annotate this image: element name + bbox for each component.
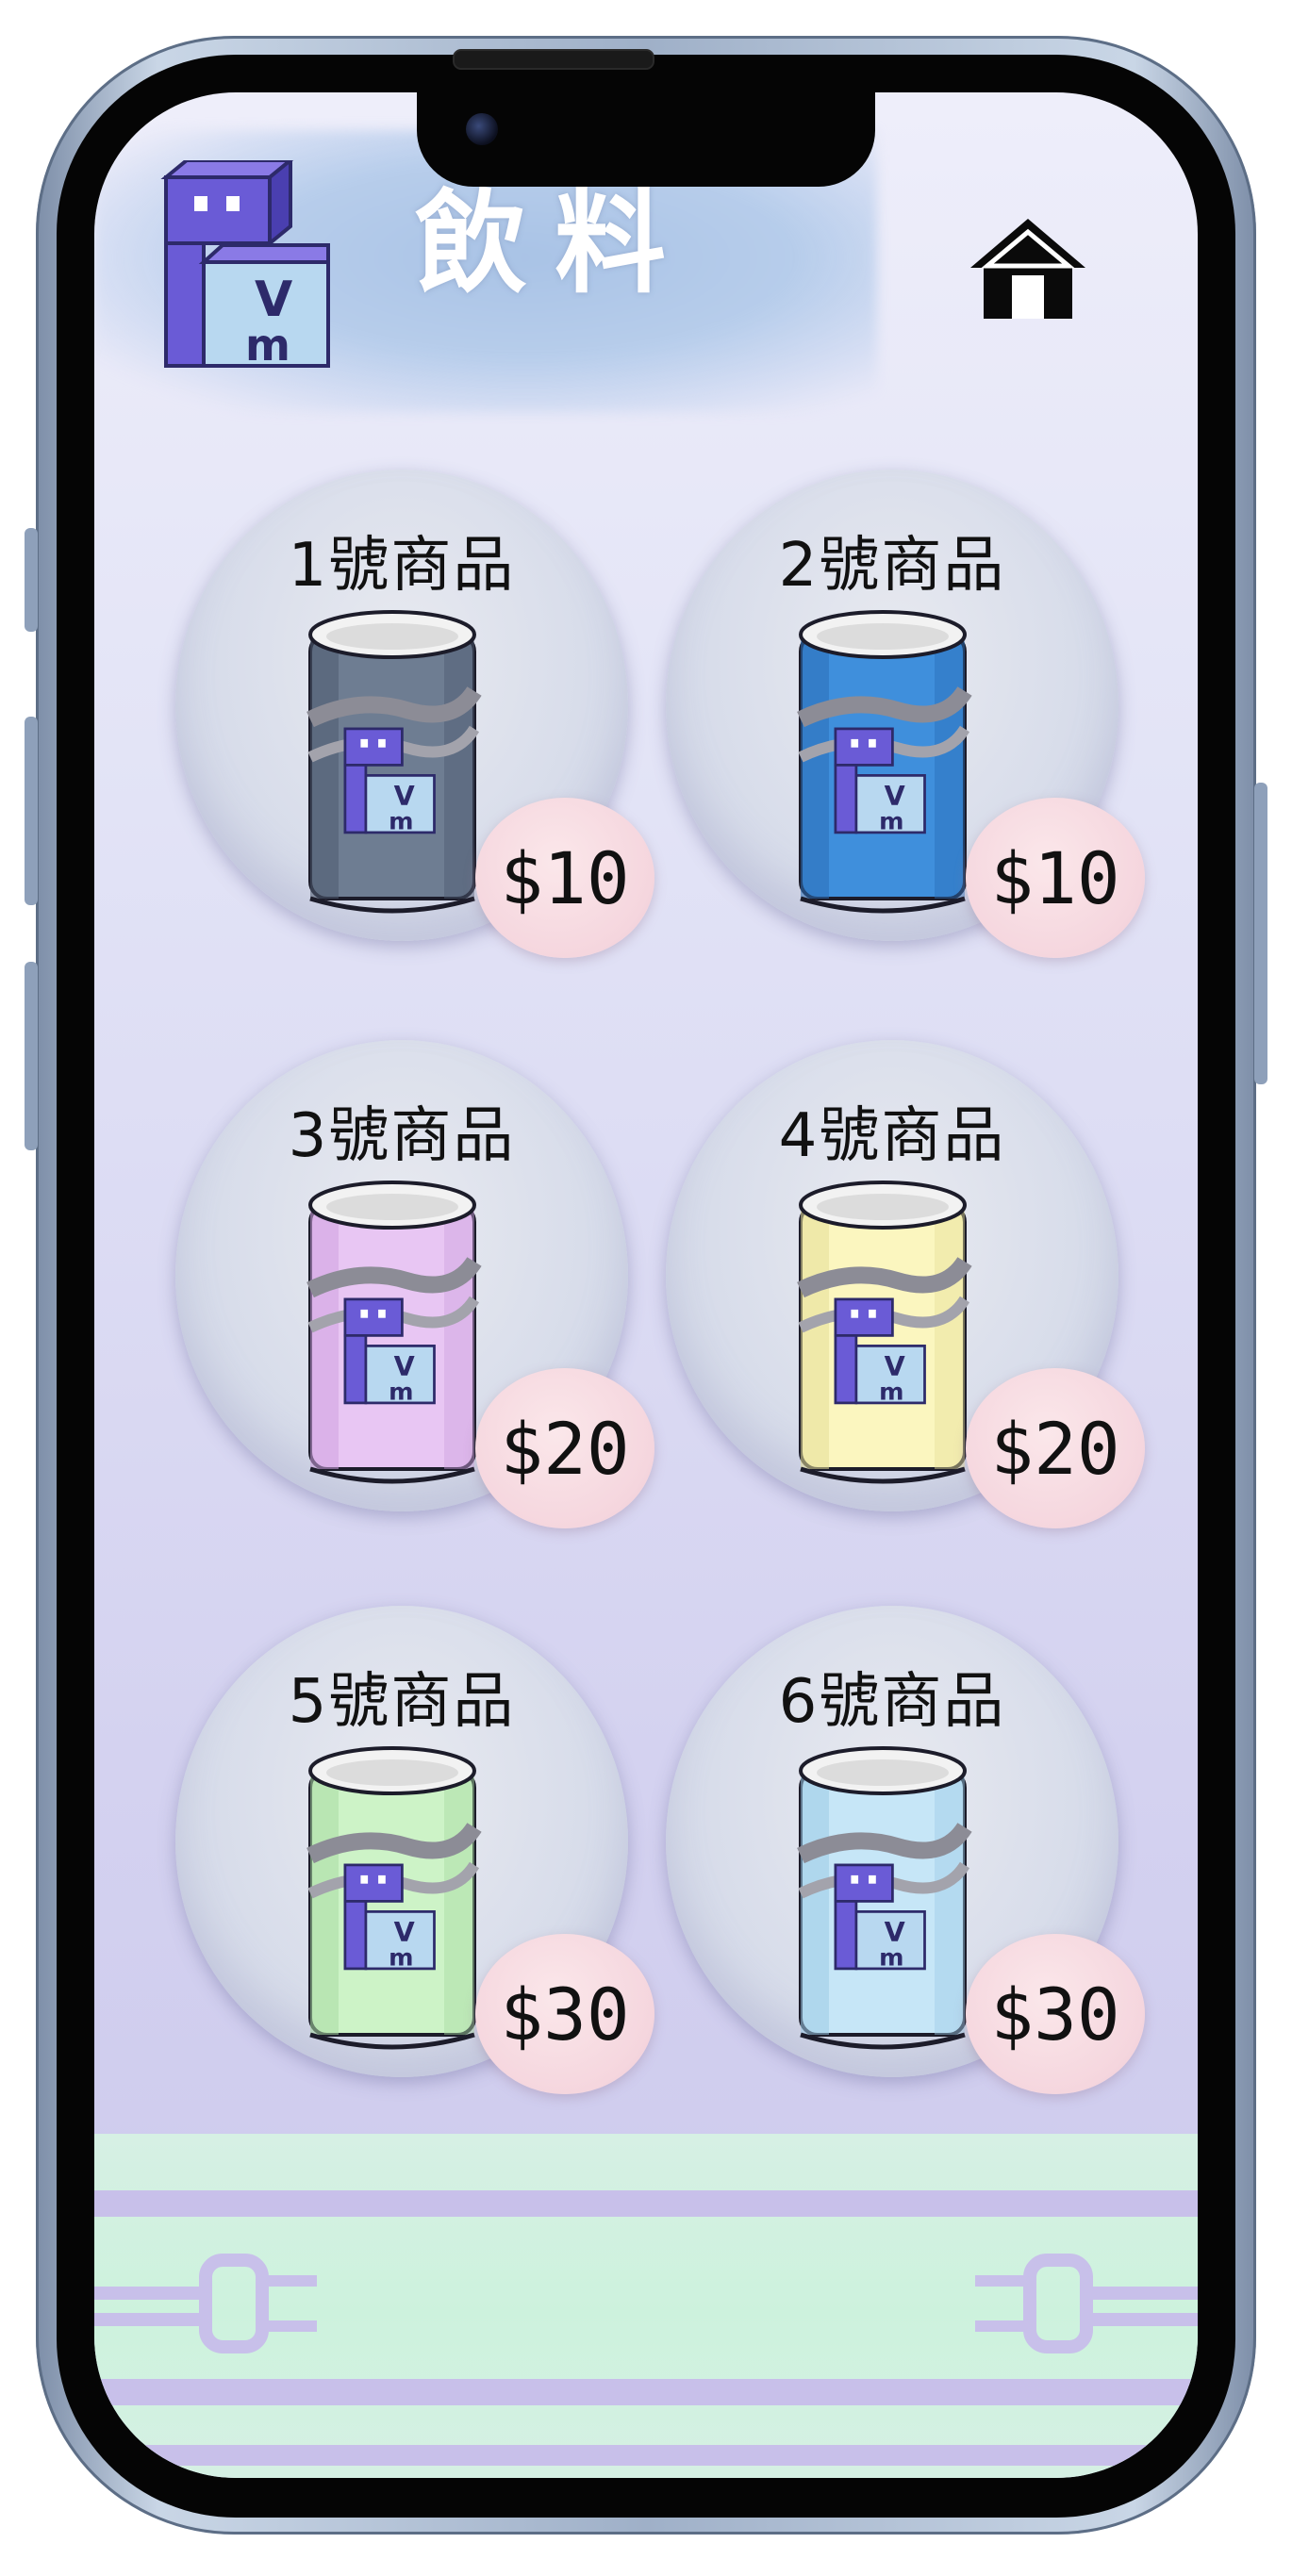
footer-stripe	[94, 2445, 1198, 2466]
svg-text:m: m	[879, 808, 903, 835]
product-card-6[interactable]: 6號商品 Vm $30	[666, 1606, 1145, 2094]
price-badge: $20	[475, 1368, 654, 1528]
volume-up-button	[25, 717, 38, 905]
price-badge: $10	[966, 798, 1145, 958]
svg-text:m: m	[389, 1379, 413, 1406]
drink-can-icon: Vm	[306, 1746, 482, 2050]
footer-stripe	[94, 2190, 1198, 2217]
svg-text:m: m	[245, 320, 290, 371]
plug-icon	[975, 2254, 1198, 2353]
product-card-1[interactable]: 1號商品 Vm $10	[175, 470, 654, 958]
svg-text:V: V	[885, 1916, 905, 1948]
drink-can-icon: Vm	[306, 610, 482, 914]
vm-logo-icon: V m	[160, 160, 330, 371]
product-card-5[interactable]: 5號商品 Vm $30	[175, 1606, 654, 2094]
product-label: 3號商品	[288, 1101, 516, 1171]
svg-text:V: V	[394, 1916, 415, 1948]
drink-can-icon: Vm	[797, 1746, 972, 2050]
footer-decoration	[94, 2134, 1198, 2478]
drink-can-icon: Vm	[306, 1181, 482, 1484]
svg-text:V: V	[885, 780, 905, 812]
price-badge: $10	[475, 798, 654, 958]
page-title: 飲料	[415, 178, 695, 308]
svg-text:V: V	[394, 780, 415, 812]
home-icon[interactable]	[967, 213, 1089, 326]
front-camera	[466, 113, 498, 145]
drink-can-icon: Vm	[797, 610, 972, 914]
svg-text:m: m	[389, 1944, 413, 1972]
product-card-4[interactable]: 4號商品 Vm $20	[666, 1040, 1145, 1528]
product-card-2[interactable]: 2號商品 Vm $10	[666, 470, 1145, 958]
plug-icon	[94, 2254, 317, 2353]
product-label: 6號商品	[778, 1667, 1006, 1737]
price-badge: $30	[475, 1934, 654, 2094]
mute-switch	[25, 528, 38, 632]
app-screen: V m 飲料 1號商品 Vm $10 2號商品 Vm $10 3號商品 Vm $…	[94, 92, 1198, 2478]
svg-text:m: m	[879, 1944, 903, 1972]
drink-can-icon: Vm	[797, 1181, 972, 1484]
speaker-grille	[453, 49, 654, 70]
price-badge: $30	[966, 1934, 1145, 2094]
product-label: 4號商品	[778, 1101, 1006, 1171]
footer-stripe	[94, 2379, 1198, 2405]
svg-text:m: m	[879, 1379, 903, 1406]
price-badge: $20	[966, 1368, 1145, 1528]
svg-text:V: V	[885, 1350, 905, 1382]
notch	[417, 92, 875, 187]
power-button	[1254, 783, 1267, 1084]
svg-text:m: m	[389, 808, 413, 835]
svg-text:V: V	[394, 1350, 415, 1382]
product-label: 2號商品	[778, 531, 1006, 601]
product-label: 5號商品	[288, 1667, 516, 1737]
product-label: 1號商品	[288, 531, 516, 601]
product-card-3[interactable]: 3號商品 Vm $20	[175, 1040, 654, 1528]
volume-down-button	[25, 962, 38, 1150]
